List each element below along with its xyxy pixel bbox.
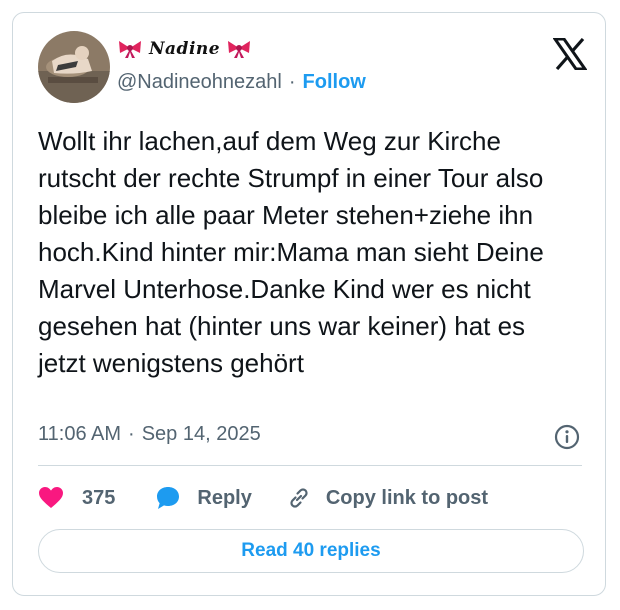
action-bar: 375 Reply Copy link to post bbox=[38, 483, 488, 513]
read-replies-button[interactable]: Read 40 replies bbox=[38, 529, 584, 573]
author-name-row[interactable]: Nadine bbox=[117, 36, 252, 62]
author-display-name: Nadine bbox=[149, 39, 221, 59]
reply-label: Reply bbox=[197, 486, 252, 509]
heart-icon bbox=[39, 487, 63, 508]
x-logo-icon[interactable] bbox=[553, 38, 587, 70]
speech-bubble-icon bbox=[157, 487, 180, 509]
author-handle[interactable]: @Nadineohnezahl bbox=[117, 71, 282, 94]
divider bbox=[38, 465, 582, 466]
tweet-text: Wollt ihr lachen,auf dem Weg zur Kirche … bbox=[38, 126, 544, 378]
tweet-date: Sep 14, 2025 bbox=[141, 423, 261, 445]
copy-link-label: Copy link to post bbox=[325, 486, 489, 509]
tweet-timestamp[interactable]: 11:06 AM · Sep 14, 2025 bbox=[38, 423, 261, 446]
tweet-card: Nadine @Nadineohnezahl · Follow Wollt ih… bbox=[12, 12, 606, 596]
author-handle-row: @Nadineohnezahl · Follow bbox=[117, 71, 366, 94]
ribbon-bow-icon bbox=[119, 41, 141, 58]
link-icon bbox=[290, 488, 308, 508]
ribbon-bow-icon bbox=[228, 41, 251, 58]
avatar[interactable] bbox=[38, 31, 110, 103]
tweet-time: 11:06 AM bbox=[38, 423, 122, 445]
like-button[interactable]: 375 bbox=[38, 486, 115, 510]
info-icon[interactable] bbox=[554, 424, 580, 450]
timestamp-separator: · bbox=[128, 423, 135, 445]
like-count: 375 bbox=[82, 486, 116, 509]
reply-button[interactable]: Reply bbox=[155, 485, 252, 511]
copy-link-button[interactable]: Copy link to post bbox=[286, 485, 488, 511]
follow-button[interactable]: Follow bbox=[303, 71, 366, 94]
handle-separator: · bbox=[288, 71, 296, 93]
